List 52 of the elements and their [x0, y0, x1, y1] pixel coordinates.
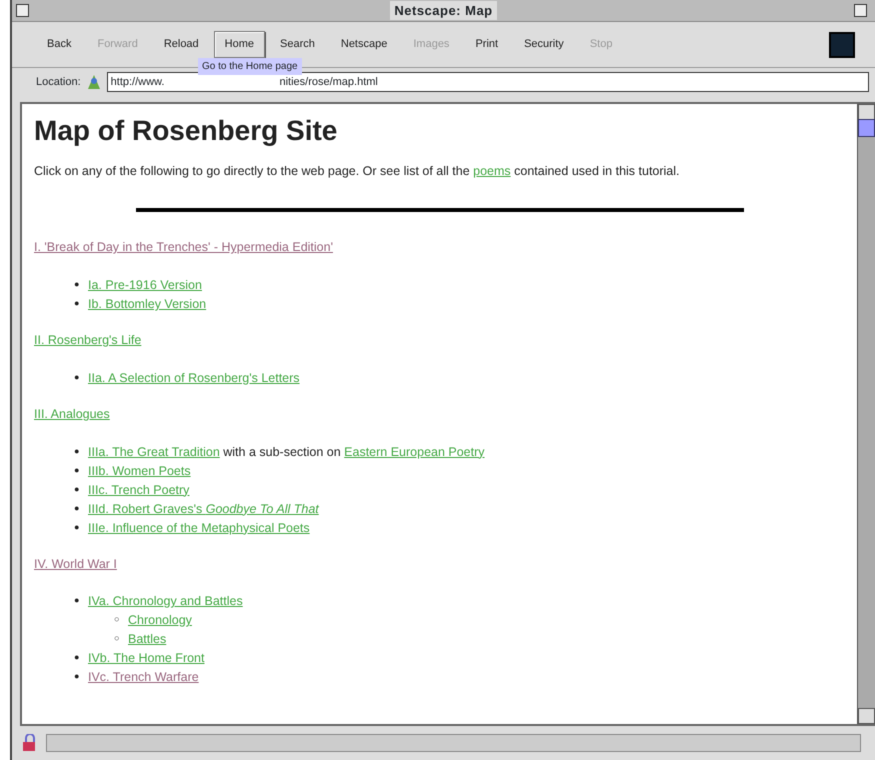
link[interactable]: IIIa. The Great Tradition [88, 444, 220, 459]
link[interactable]: Battles [128, 632, 166, 646]
scroll-up-button[interactable] [858, 104, 875, 120]
bullet-icon: ● [74, 294, 88, 312]
link[interactable]: Ib. Bottomley Version [88, 297, 206, 312]
toolbar-button[interactable]: Print [464, 31, 510, 58]
toolbar-button[interactable]: Home [214, 31, 266, 58]
link[interactable]: IIId. Robert Graves's Goodbye To All That [88, 502, 319, 516]
bullet-icon: ● [74, 442, 88, 460]
link[interactable]: Ia. Pre-1916 Version [88, 278, 202, 292]
scrollbar[interactable] [857, 104, 875, 724]
toolbar-button[interactable]: Search [269, 31, 326, 58]
window-title: Netscape: Map [390, 0, 497, 20]
section-link[interactable]: IV. World War I [34, 556, 117, 571]
bullet-icon: ○ [114, 610, 128, 628]
bullet-icon: ● [74, 498, 88, 517]
toolbar-button[interactable]: Reload [152, 31, 210, 58]
intro-paragraph: Click on any of the following to go directly to the web page. Or see list of all the poems contained used in this tutorial. [34, 162, 681, 180]
bullet-icon: ● [74, 460, 88, 479]
section-link[interactable]: II. Rosenberg's Life [34, 333, 142, 348]
toolbar-button[interactable]: Security [513, 31, 575, 58]
tooltip: Go to the Home page [198, 58, 302, 75]
bullet-icon: ○ [114, 629, 128, 648]
bullet-icon: ● [74, 275, 88, 294]
bullet-icon: ● [74, 480, 88, 498]
page-heading: Map of Rosenberg Site [34, 114, 338, 148]
bullet-icon: ● [74, 518, 88, 536]
toolbar-button[interactable]: Netscape [330, 31, 398, 58]
link[interactable]: IVa. Chronology and Battles [88, 594, 243, 608]
bullet-icon: ● [74, 591, 88, 610]
location-label: Location: [36, 74, 81, 90]
link[interactable]: IIa. A Selection of Rosenberg's Letters [88, 370, 300, 385]
bullet-icon: ● [74, 368, 88, 386]
link[interactable]: IIIe. Influence of the Metaphysical Poets [88, 520, 310, 535]
scroll-thumb[interactable] [858, 119, 875, 137]
link[interactable]: IIIb. Women Poets [88, 464, 191, 478]
location-field[interactable]: http://www. nities/rose/map.html [106, 72, 869, 92]
link[interactable]: Eastern European Poetry [344, 444, 485, 459]
zoom-box[interactable] [854, 4, 867, 17]
link[interactable]: poems [473, 164, 511, 178]
link[interactable]: IVc. Trench Warfare [88, 670, 199, 684]
close-box[interactable] [16, 4, 29, 17]
list-item-text: IIIa. The Great Tradition with a sub-section on Eastern European Poetry [88, 444, 485, 459]
link[interactable]: Chronology [128, 613, 192, 628]
toolbar-button[interactable]: Back [36, 31, 82, 58]
scroll-down-button[interactable] [858, 708, 875, 724]
bullet-icon: ● [74, 648, 88, 666]
link[interactable]: IVb. The Home Front [88, 651, 204, 666]
section-link[interactable]: I. 'Break of Day in the Trenches' - Hypermedia Edition' [34, 240, 333, 254]
bullet-icon: ● [74, 667, 88, 686]
link[interactable]: IIIc. Trench Poetry [88, 482, 190, 497]
section-link[interactable]: III. Analogues [34, 406, 110, 421]
